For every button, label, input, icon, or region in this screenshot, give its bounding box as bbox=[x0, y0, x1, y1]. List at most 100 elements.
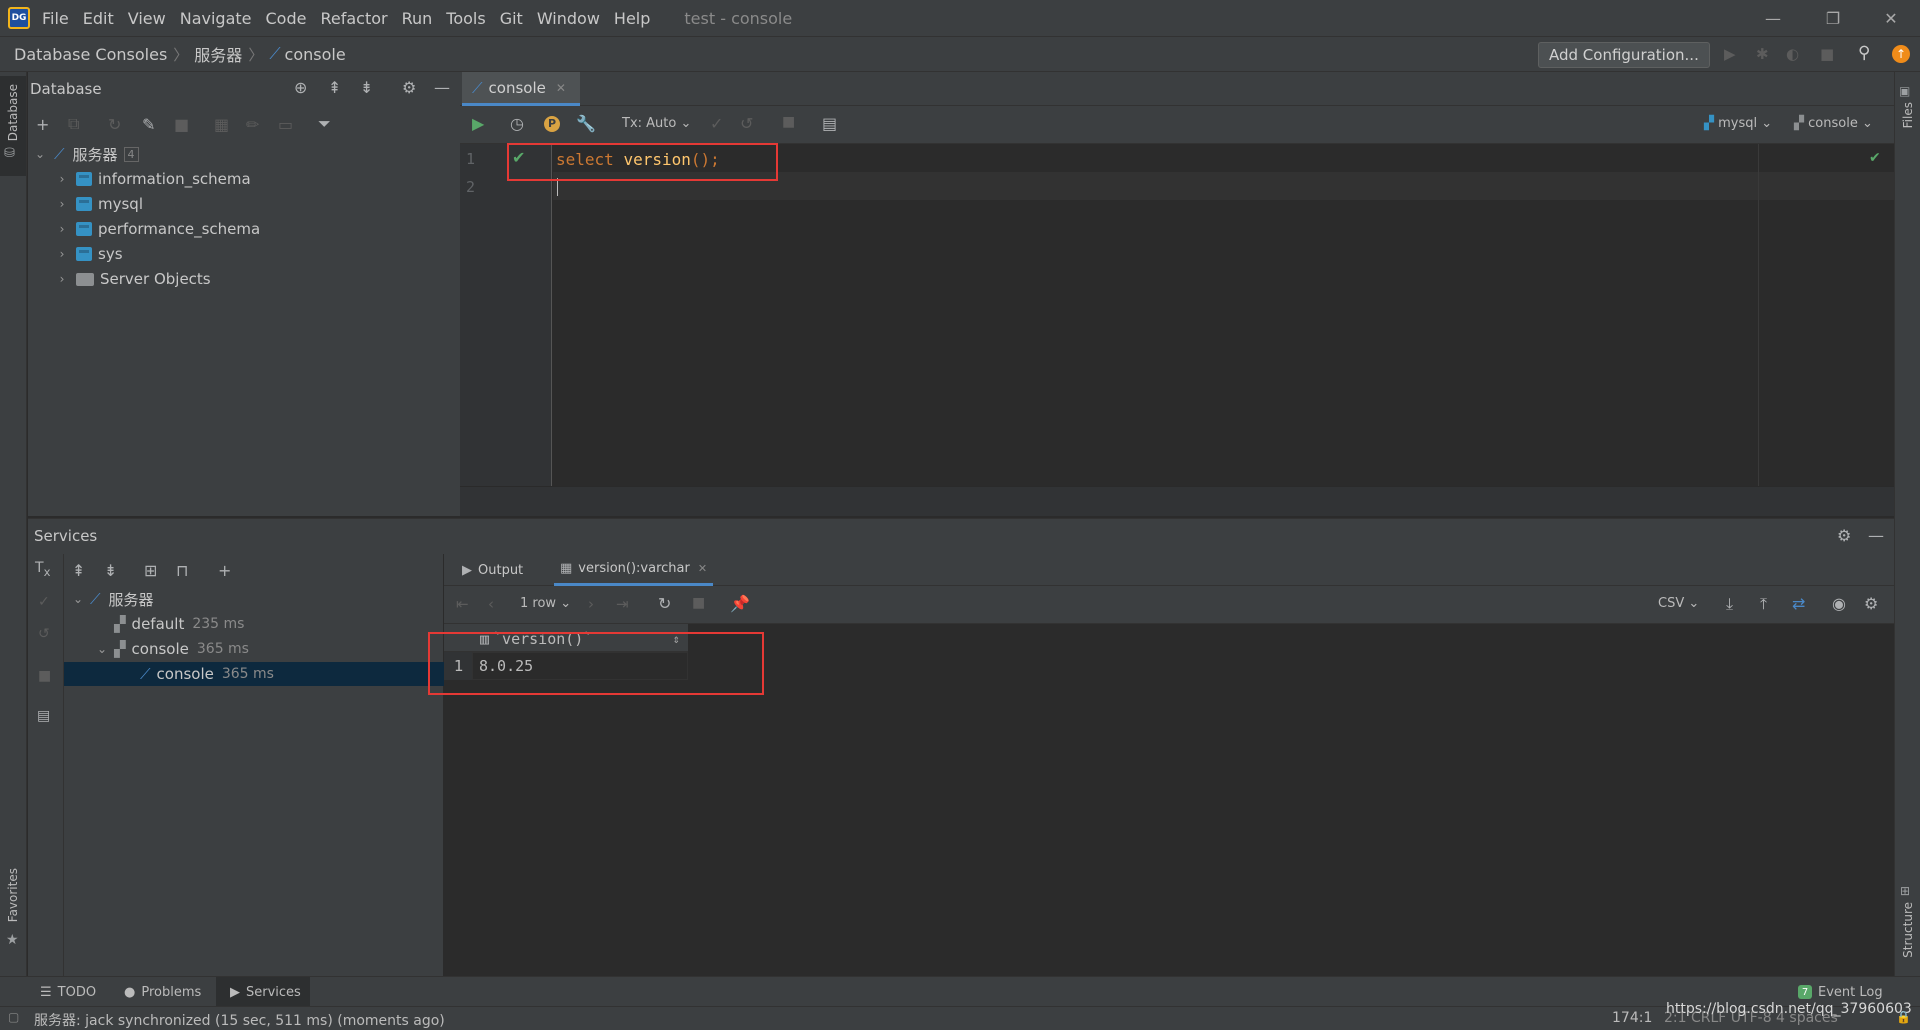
caret-position[interactable]: 174:1 bbox=[1612, 1010, 1652, 1026]
chevron-down-icon[interactable]: ⌄ bbox=[32, 147, 48, 161]
wrench-icon[interactable]: 🔧 bbox=[576, 114, 596, 133]
commit-icon[interactable]: ✓ bbox=[710, 114, 723, 133]
close-tab-icon[interactable]: ✕ bbox=[556, 81, 566, 95]
restore-icon[interactable]: ❐ bbox=[1808, 0, 1858, 36]
copy-icon[interactable]: ⧉ bbox=[68, 114, 108, 134]
previous-page-icon[interactable]: ‹ bbox=[488, 595, 494, 613]
tab-todo[interactable]: ☰ TODO bbox=[40, 977, 96, 1007]
compare-icon[interactable]: ⇄ bbox=[1792, 594, 1805, 613]
upload-icon[interactable]: ⤒ bbox=[1760, 594, 1767, 614]
properties-icon[interactable]: ✎ bbox=[142, 115, 174, 134]
parameters-icon[interactable]: P bbox=[544, 116, 560, 132]
debug-icon[interactable]: ✱ bbox=[1756, 45, 1769, 63]
gear-icon[interactable]: ⚙ bbox=[402, 78, 416, 97]
export-format-select[interactable]: CSV ⌄ bbox=[1658, 596, 1699, 611]
code-editor[interactable]: select version(); ✔ bbox=[553, 144, 1894, 486]
layout-icon[interactable]: ▤ bbox=[822, 114, 837, 133]
chevron-right-icon[interactable]: › bbox=[54, 197, 70, 211]
menu-git[interactable]: Git bbox=[500, 9, 523, 28]
group-icon[interactable]: ⊞ bbox=[144, 561, 176, 580]
menu-refactor[interactable]: Refactor bbox=[320, 9, 387, 28]
breadcrumb-server[interactable]: 服务器 bbox=[194, 42, 242, 66]
session-select[interactable]: ▞ console ⌄ bbox=[1794, 116, 1873, 131]
view-icon[interactable]: ◉ bbox=[1832, 594, 1846, 613]
coverage-icon[interactable]: ◐ bbox=[1786, 45, 1799, 63]
ddl-icon[interactable]: ▭ bbox=[278, 115, 318, 134]
menu-navigate[interactable]: Navigate bbox=[180, 9, 252, 28]
chevron-right-icon[interactable]: › bbox=[54, 247, 70, 261]
run-icon[interactable]: ▶ bbox=[1724, 45, 1736, 63]
tab-problems[interactable]: ● Problems bbox=[124, 977, 201, 1007]
history-icon[interactable]: ◷ bbox=[510, 114, 524, 133]
chevron-right-icon[interactable]: › bbox=[54, 222, 70, 236]
menu-help[interactable]: Help bbox=[614, 9, 650, 28]
search-icon[interactable]: ⚲ bbox=[1858, 43, 1870, 63]
menu-edit[interactable]: Edit bbox=[83, 9, 114, 28]
rollback-icon[interactable]: ↺ bbox=[38, 626, 50, 642]
transaction-mode-select[interactable]: Tx: Auto ⌄ bbox=[622, 116, 691, 131]
tree-root-server[interactable]: ⌄ ⟋ 服务器 4 bbox=[32, 142, 139, 166]
menu-file[interactable]: File bbox=[42, 9, 69, 28]
tab-version-result[interactable]: ▦ version():varchar ✕ bbox=[554, 554, 714, 586]
menu-window[interactable]: Window bbox=[537, 9, 600, 28]
chevron-down-icon[interactable]: ⌄ bbox=[70, 592, 86, 606]
expand-all-icon[interactable]: ⇞ bbox=[328, 78, 341, 97]
collapse-all-icon[interactable]: ⇟ bbox=[360, 78, 373, 97]
tree-item-sys[interactable]: › sys bbox=[54, 242, 123, 266]
update-icon[interactable]: ↑ bbox=[1892, 45, 1910, 63]
stop-icon[interactable]: ■ bbox=[692, 595, 705, 611]
filter-icon[interactable]: ⏷ bbox=[318, 114, 348, 134]
close-tab-icon[interactable]: ✕ bbox=[698, 562, 707, 575]
expand-all-icon[interactable]: ⇞ bbox=[72, 561, 104, 580]
refresh-icon[interactable]: ↻ bbox=[108, 115, 142, 134]
tab-output[interactable]: ▶ Output bbox=[462, 554, 523, 586]
services-item-console-session[interactable]: ⌄ ▞ console 365 ms bbox=[94, 637, 249, 661]
structure-tool-tab[interactable]: Structure bbox=[1901, 902, 1915, 958]
menu-tools[interactable]: Tools bbox=[446, 9, 485, 28]
add-configuration-button[interactable]: Add Configuration... bbox=[1538, 42, 1710, 68]
gear-icon[interactable]: ⚙ bbox=[1864, 594, 1878, 613]
lock-icon[interactable]: 🔒 bbox=[1896, 1010, 1911, 1024]
table-icon[interactable]: ▦ bbox=[214, 115, 246, 134]
first-page-icon[interactable]: ⇤ bbox=[456, 595, 469, 613]
add-icon[interactable]: + bbox=[218, 561, 248, 580]
menu-code[interactable]: Code bbox=[266, 9, 307, 28]
breadcrumb-database-consoles[interactable]: Database Consoles bbox=[14, 45, 167, 64]
stop-icon[interactable]: ■ bbox=[782, 114, 795, 130]
refresh-icon[interactable]: ↻ bbox=[658, 594, 671, 613]
chevron-down-icon[interactable]: ⌄ bbox=[94, 642, 110, 656]
gear-icon[interactable]: ⚙ bbox=[1837, 526, 1851, 545]
chevron-right-icon[interactable]: › bbox=[54, 272, 70, 286]
row-count-select[interactable]: 1 row ⌄ bbox=[520, 596, 571, 611]
chevron-right-icon[interactable]: › bbox=[54, 172, 70, 186]
edit-icon[interactable]: ✏ bbox=[246, 115, 278, 134]
tree-item-mysql[interactable]: › mysql bbox=[54, 192, 143, 216]
database-tool-tab[interactable]: Database bbox=[0, 76, 26, 176]
download-icon[interactable]: ⤓ bbox=[1726, 594, 1733, 614]
tree-item-server-objects[interactable]: › Server Objects bbox=[54, 267, 211, 291]
minimize-icon[interactable]: — bbox=[1748, 0, 1798, 36]
tree-item-information-schema[interactable]: › information_schema bbox=[54, 167, 251, 191]
menu-view[interactable]: View bbox=[128, 9, 166, 28]
rollback-icon[interactable]: ↺ bbox=[740, 114, 753, 133]
status-panel-icon[interactable]: ▢ bbox=[8, 1010, 19, 1024]
last-page-icon[interactable]: ⇥ bbox=[616, 595, 629, 613]
execute-icon[interactable]: ▶ bbox=[472, 114, 484, 133]
transaction-icon[interactable]: Tx bbox=[35, 560, 50, 579]
status-message[interactable]: 服务器: jack synchronized (15 sec, 511 ms) … bbox=[34, 1010, 445, 1030]
close-icon[interactable]: ✕ bbox=[1866, 0, 1916, 36]
files-tool-tab[interactable]: Files bbox=[1901, 102, 1915, 128]
favorites-tool-tab[interactable]: Favorites ★ bbox=[0, 868, 26, 958]
hide-panel-icon[interactable]: — bbox=[1868, 526, 1884, 545]
datasource-select[interactable]: ▞ mysql ⌄ bbox=[1704, 116, 1772, 131]
breadcrumb-console[interactable]: console bbox=[285, 45, 346, 64]
services-item-server[interactable]: ⌄ ⟋ 服务器 bbox=[70, 587, 154, 611]
services-item-console-selected[interactable]: ⟋ console 365 ms bbox=[64, 662, 444, 686]
tab-console[interactable]: ⟋ console ✕ bbox=[462, 72, 580, 106]
stop-icon[interactable]: ■ bbox=[1820, 45, 1834, 63]
add-icon[interactable]: + bbox=[36, 115, 68, 134]
tree-item-performance-schema[interactable]: › performance_schema bbox=[54, 217, 261, 241]
hide-panel-icon[interactable]: — bbox=[434, 78, 450, 97]
pin-icon[interactable]: 📌 bbox=[730, 594, 750, 613]
stop-icon[interactable]: ■ bbox=[38, 668, 51, 684]
